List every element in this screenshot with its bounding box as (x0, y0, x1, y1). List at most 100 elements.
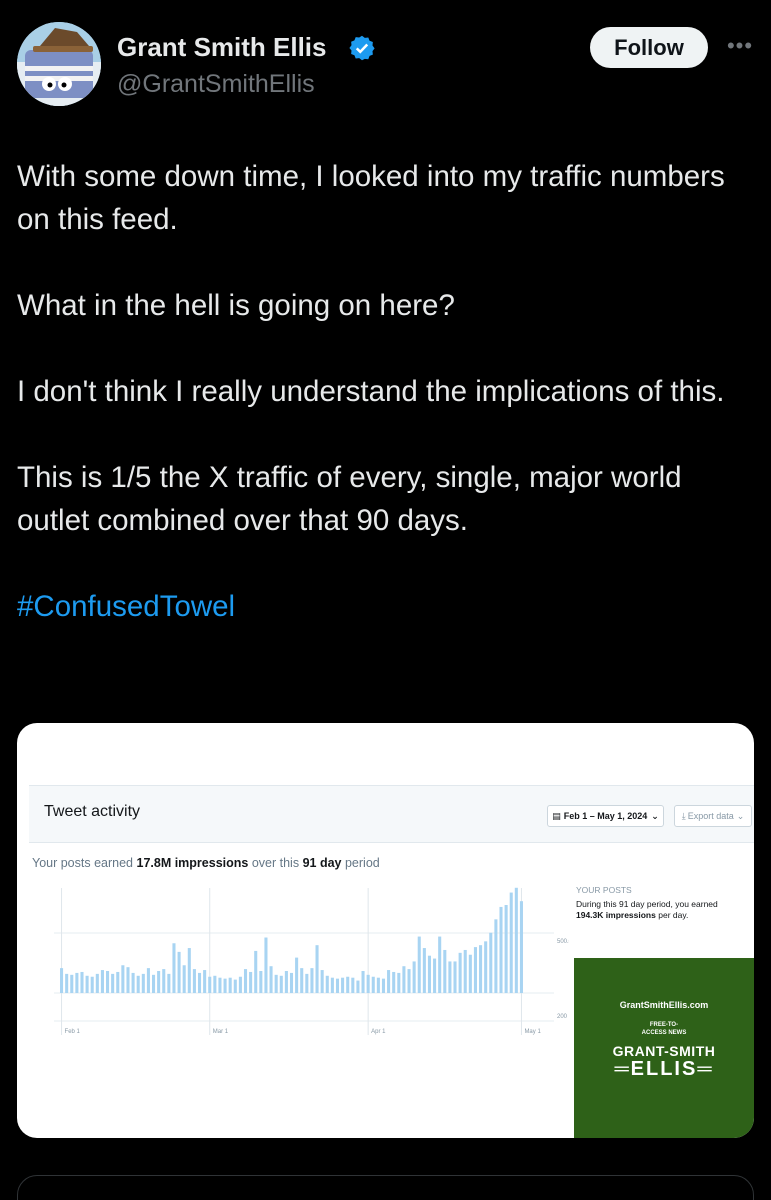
chart-bar (351, 977, 355, 993)
next-tweet-card[interactable] (17, 1175, 754, 1200)
more-dots-icon[interactable]: ••• (722, 28, 758, 64)
chart-bar (310, 968, 314, 993)
chart-bar (213, 975, 217, 993)
chart-bar (458, 952, 462, 993)
chart-bar (259, 971, 263, 993)
chart-bar (407, 969, 411, 993)
chart-bar (479, 945, 483, 993)
chart-bar (218, 977, 222, 993)
chart-bar (85, 975, 89, 993)
author-name[interactable]: Grant Smith Ellis (117, 32, 327, 63)
chart-bar (448, 961, 452, 993)
chart-bar (157, 971, 161, 993)
chart-bar (208, 976, 212, 993)
chart-bar (417, 936, 421, 993)
tweet-activity-title: Tweet activity (44, 803, 141, 820)
tweet-paragraph: This is 1/5 the X traffic of every, sing… (17, 461, 682, 537)
chart-bar (228, 977, 232, 993)
chart-bar (335, 978, 340, 993)
chart-bar (315, 945, 319, 993)
tweet-media-image[interactable]: Tweet activity ▤ Feb 1 – May 1, 2024 ⌄ ⤓… (17, 723, 754, 1138)
chart-bar (254, 950, 258, 993)
chart-bar (433, 958, 437, 993)
chart-bar (366, 974, 370, 993)
chart-bar (172, 943, 176, 993)
chart-bar (392, 971, 396, 993)
chart-bar (243, 969, 248, 993)
tweet-paragraph: I don't think I really understand the im… (17, 375, 725, 408)
chart-bar (453, 961, 457, 993)
date-range-label: Feb 1 – May 1, 2024 (563, 811, 648, 821)
chart-bar (192, 969, 196, 993)
chart-bar (443, 949, 447, 993)
impressions-bar-chart: Feb 1 Mar 1 Apr 1 May 1 500.0K 200 (54, 887, 569, 1035)
export-data-label: Export data (687, 811, 734, 821)
chart-bar (509, 892, 513, 993)
chart-bar (468, 954, 472, 993)
avatar[interactable] (17, 22, 101, 106)
impressions-summary: Your posts earned 17.8M impressions over… (32, 856, 380, 870)
chart-bar (177, 951, 181, 993)
chart-bar (381, 978, 386, 993)
tweet-paragraph: What in the hell is going on here? (17, 289, 455, 322)
chart-bar (141, 973, 145, 993)
chart-bar (504, 905, 508, 993)
chevron-down-icon: ⌄ (651, 810, 659, 821)
chart-bar (65, 973, 69, 993)
logo-tagline: FREE-TO- ACCESS NEWS (641, 1022, 687, 1036)
hashtag-link[interactable]: #ConfusedTowel (17, 585, 757, 628)
chart-bar (499, 906, 503, 993)
chart-bar (152, 974, 156, 993)
chart-bar (325, 975, 329, 993)
chart-bar (131, 972, 135, 993)
download-icon: ⤓ (681, 810, 686, 821)
chart-bar (167, 973, 171, 993)
per-day-summary: During this 91 day period, you earned 19… (576, 899, 718, 920)
chart-bar (484, 941, 488, 993)
tweet-header: Grant Smith Ellis @GrantSmithEllis Follo… (0, 0, 771, 130)
your-posts-heading: YOUR POSTS (576, 885, 632, 895)
x-tick-label: Feb 1 (65, 1029, 81, 1035)
chart-bar (90, 976, 94, 993)
chart-bar (300, 968, 304, 993)
chart-bar (70, 974, 74, 993)
chart-bar (305, 973, 309, 993)
author-handle[interactable]: @GrantSmithEllis (117, 70, 315, 99)
chart-bar (203, 970, 207, 993)
chart-bar (75, 972, 79, 993)
chart-bar (274, 974, 278, 993)
chart-bar (341, 977, 345, 993)
chevron-down-icon: ⌄ (736, 810, 745, 821)
chart-bar (320, 970, 324, 993)
chart-bar (269, 966, 273, 993)
x-tick-label: May 1 (524, 1029, 541, 1035)
chart-bar (427, 955, 431, 993)
chart-bar (361, 971, 365, 993)
tweet-paragraph: With some down time, I looked into my tr… (17, 160, 725, 236)
y-tick-label: 200 (557, 1014, 568, 1020)
towel-character-icon (17, 22, 101, 106)
chart-bar (397, 972, 401, 993)
chart-bar (438, 936, 442, 993)
chart-bar (489, 932, 493, 993)
chart-bar (249, 971, 253, 993)
verified-badge-icon (349, 35, 375, 61)
x-tick-label: Mar 1 (213, 1029, 229, 1035)
chart-bar (60, 968, 64, 993)
chart-bar (126, 967, 130, 993)
chart-bar (473, 947, 477, 993)
chart-bar (463, 949, 467, 993)
chart-bar (162, 969, 166, 993)
chart-bar (376, 977, 380, 993)
chart-bar (146, 968, 150, 993)
chart-bar (330, 977, 334, 993)
logo-name-line2: ═ELLIS═ (614, 1058, 714, 1080)
chart-bar (402, 966, 406, 993)
y-tick-label: 500.0K (557, 939, 569, 945)
follow-button[interactable]: Follow (590, 27, 708, 68)
x-tick-label: Apr 1 (371, 1029, 386, 1035)
tweet-activity-bar: Tweet activity ▤ Feb 1 – May 1, 2024 ⌄ ⤓… (29, 785, 754, 843)
export-data-button: ⤓ Export data ⌄ (674, 805, 752, 827)
chart-bar (422, 948, 426, 993)
chart-bar (289, 972, 294, 993)
